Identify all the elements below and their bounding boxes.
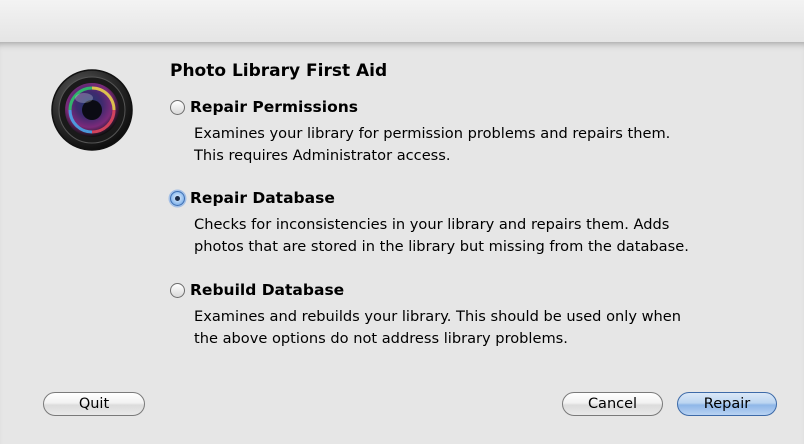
repair-database-radio-selected[interactable] (170, 190, 185, 206)
repair-database-label[interactable]: Repair Database (190, 189, 335, 207)
repair-permissions-description: Examines your library for permission pro… (194, 125, 671, 164)
window: Photo Library First Aid Repair Permissio… (0, 0, 804, 444)
repair-permissions-radio[interactable] (170, 99, 185, 115)
option-repair-database[interactable]: Repair Database Checks for inconsistenci… (170, 187, 689, 258)
cancel-button[interactable]: Cancel (562, 392, 663, 416)
rebuild-database-description: Examines and rebuilds your library. This… (194, 308, 682, 347)
repair-database-description: Checks for inconsistencies in your libra… (194, 216, 689, 255)
dialog-title: Photo Library First Aid (170, 61, 388, 81)
window-titlebar (0, 0, 804, 43)
option-rebuild-database[interactable]: Rebuild Database Examines and rebuilds y… (170, 279, 681, 350)
aperture-camera-lens-icon (51, 69, 133, 151)
quit-button[interactable]: Quit (43, 392, 145, 416)
option-repair-permissions[interactable]: Repair Permissions Examines your library… (170, 96, 670, 167)
repair-button[interactable]: Repair (677, 392, 777, 416)
rebuild-database-label[interactable]: Rebuild Database (190, 281, 344, 299)
rebuild-database-radio[interactable] (170, 282, 185, 298)
repair-permissions-label[interactable]: Repair Permissions (190, 98, 358, 116)
